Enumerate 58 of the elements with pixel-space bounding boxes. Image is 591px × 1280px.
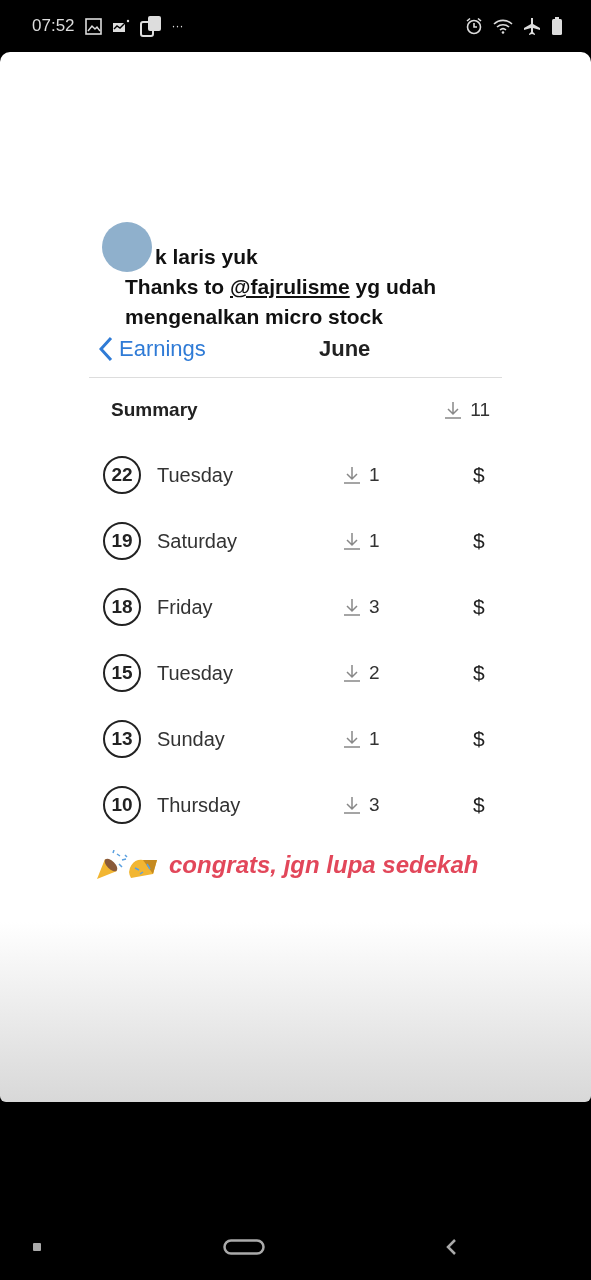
day-row[interactable]: 18 Friday 3 $ [89, 574, 502, 640]
download-count: 3 [369, 794, 380, 816]
avatar [102, 222, 152, 272]
date-circle: 18 [103, 588, 141, 626]
day-row[interactable]: 13 Sunday 1 $ [89, 706, 502, 772]
mention-link[interactable]: @fajrulisme [230, 275, 350, 298]
back-icon[interactable] [445, 1238, 457, 1256]
battery-icon [551, 17, 563, 35]
day-row[interactable]: 15 Tuesday 2 $ [89, 640, 502, 706]
chart-icon [111, 19, 130, 33]
date-circle: 13 [103, 720, 141, 758]
download-count: 1 [369, 530, 380, 552]
image-icon [84, 17, 102, 35]
download-icon [343, 598, 361, 616]
download-icon [343, 664, 361, 682]
story-caption: k laris yuk Thanks to @fajrulisme yg udah mengenalkan micro stock [125, 244, 438, 330]
download-icon [343, 466, 361, 484]
back-button[interactable]: Earnings [99, 336, 206, 362]
date-circle: 15 [103, 654, 141, 692]
download-count: 1 [369, 464, 380, 486]
download-count: 3 [369, 596, 380, 618]
day-row[interactable]: 22 Tuesday 1 $ [89, 442, 502, 508]
download-icon [444, 401, 463, 419]
status-time: 07:52 [32, 16, 75, 36]
amount: $ [473, 793, 485, 817]
screen-title: June [319, 336, 371, 362]
more-notifications: ··· [171, 19, 184, 33]
day-row[interactable]: 10 Thursday 3 $ [89, 772, 502, 838]
home-icon[interactable] [222, 1239, 265, 1255]
amount: $ [473, 595, 485, 619]
weekday: Sunday [157, 727, 226, 751]
download-count: 11 [470, 399, 490, 421]
download-icon [343, 796, 361, 814]
amount: $ [473, 661, 485, 685]
amount: $ [473, 727, 485, 751]
weekday: Thursday [157, 793, 242, 817]
download-count: 1 [369, 728, 380, 750]
download-count: 2 [369, 662, 380, 684]
day-row[interactable]: 19 Saturday 1 $ [89, 508, 502, 574]
back-chevron-icon [99, 336, 113, 362]
wifi-icon [493, 18, 513, 34]
weekday: Saturday [157, 529, 239, 553]
date-circle: 22 [103, 456, 141, 494]
summary-label: Summary [111, 399, 199, 421]
date-circle: 10 [103, 786, 141, 824]
amount: $ [473, 463, 485, 487]
sticker-text: congrats, jgn lupa sedekah [169, 851, 479, 879]
weekday: Tuesday [157, 463, 234, 487]
download-icon [343, 532, 361, 550]
recents-icon[interactable] [32, 1242, 42, 1252]
airplane-icon [523, 17, 541, 35]
weekday: Friday [157, 595, 214, 619]
alarm-icon [465, 17, 483, 35]
date-circle: 19 [103, 522, 141, 560]
amount: $ [473, 529, 485, 553]
download-icon [343, 730, 361, 748]
weekday: Tuesday [157, 661, 234, 685]
copy-icon [139, 15, 162, 37]
